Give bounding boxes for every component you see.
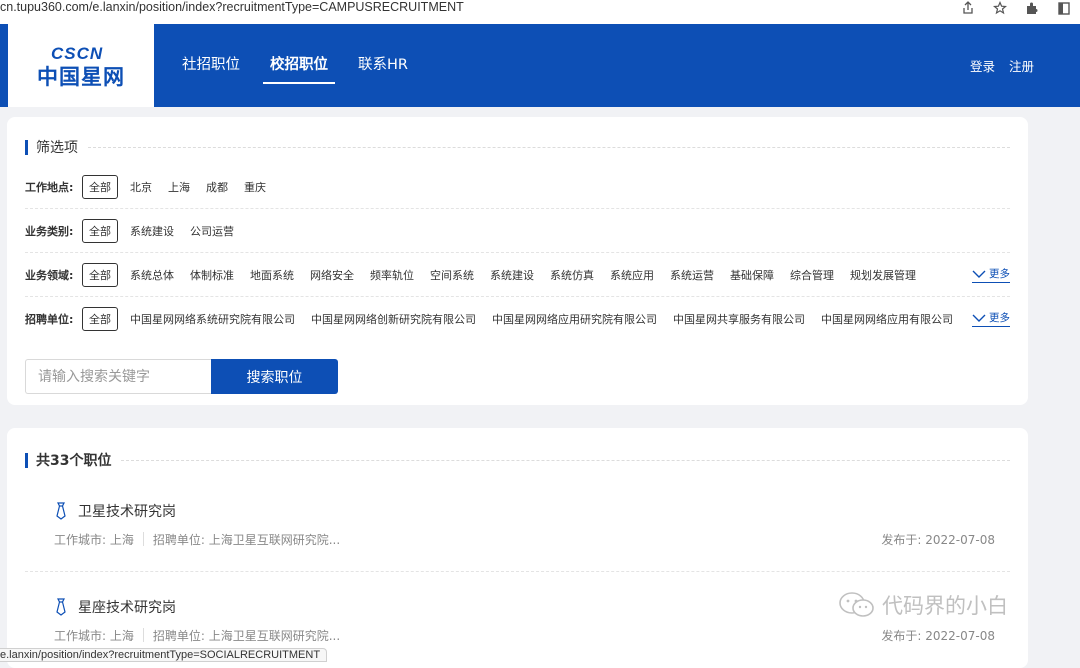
filter-option[interactable]: 北京 xyxy=(130,179,152,195)
register-link[interactable]: 注册 xyxy=(1009,56,1034,75)
filter-option[interactable]: 中国星网网络应用有限公司 xyxy=(821,311,953,327)
filter-option[interactable]: 全部 xyxy=(82,262,118,287)
filter-label: 业务领域: xyxy=(25,268,74,282)
meta-separator xyxy=(142,532,144,546)
job-card[interactable]: 卫星技术研究岗 工作城市: 上海 招聘单位: 上海卫星互联网研究院... 发布于:… xyxy=(54,501,995,547)
job-title[interactable]: 星座技术研究岗 xyxy=(78,597,176,617)
nav-campus-recruitment[interactable]: 校招职位 xyxy=(263,24,335,107)
divider xyxy=(88,146,1010,148)
filter-row-business-category: 业务类别: 全部 系统建设 公司运营 xyxy=(25,209,1010,253)
filter-panel: 筛选项 工作地点: 全部 北京 上海 成都 重庆 业务类别: 全部 系统建设 公… xyxy=(7,117,1028,405)
filter-option[interactable]: 中国星网网络创新研究院有限公司 xyxy=(311,311,476,327)
chevron-down-icon xyxy=(972,270,986,278)
filter-option[interactable]: 全部 xyxy=(82,218,118,243)
more-button[interactable]: 更多 xyxy=(972,266,1010,283)
filter-option[interactable]: 中国星网网络系统研究院有限公司 xyxy=(130,311,295,327)
filter-option[interactable]: 基础保障 xyxy=(730,267,774,283)
job-count-title: 共33个职位 xyxy=(36,453,112,469)
filter-label: 工作地点: xyxy=(25,180,74,194)
job-title-row: 卫星技术研究岗 xyxy=(54,501,995,521)
filter-option[interactable]: 系统仿真 xyxy=(550,267,594,283)
browser-toolbar xyxy=(952,0,1080,16)
list-section-title: 共33个职位 xyxy=(25,450,1010,470)
chevron-down-icon xyxy=(972,314,986,322)
filter-option[interactable]: 重庆 xyxy=(244,179,266,195)
logo-wordmark: 中国星网 xyxy=(37,65,125,89)
job-meta: 工作城市: 上海 招聘单位: 上海卫星互联网研究院... 发布于: 2022-07… xyxy=(54,531,995,548)
job-title[interactable]: 卫星技术研究岗 xyxy=(78,501,176,521)
title-accent-bar xyxy=(25,452,28,468)
job-publish-date: 发布于: 2022-07-08 xyxy=(881,533,995,547)
filter-option[interactable]: 系统应用 xyxy=(610,267,654,283)
site-header: CSCN 中国星网 社招职位 校招职位 联系HR 登录 注册 xyxy=(0,24,1080,107)
filter-option[interactable]: 空间系统 xyxy=(430,267,474,283)
filter-option[interactable]: 全部 xyxy=(82,307,118,331)
filter-label: 业务类别: xyxy=(25,224,74,238)
filter-row-location: 工作地点: 全部 北京 上海 成都 重庆 xyxy=(25,165,1010,209)
filter-option[interactable]: 系统建设 xyxy=(130,223,174,239)
filter-title: 筛选项 xyxy=(36,140,78,156)
address-bar[interactable]: cn.tupu360.com/e.lanxin/position/index?r… xyxy=(0,0,1080,24)
login-link[interactable]: 登录 xyxy=(970,56,995,75)
more-label: 更多 xyxy=(989,312,1010,324)
filter-row-recruiting-unit: 招聘单位: 全部 中国星网网络系统研究院有限公司 中国星网网络创新研究院有限公司… xyxy=(25,297,1010,341)
watermark: 代码界的小白 xyxy=(838,590,1008,620)
auth-links: 登录 注册 xyxy=(970,24,1034,107)
title-accent-bar xyxy=(25,139,28,155)
filter-section-title: 筛选项 xyxy=(25,137,1010,157)
nav-contact-hr[interactable]: 联系HR xyxy=(358,24,408,107)
extensions-icon[interactable] xyxy=(1016,0,1048,16)
filter-option[interactable]: 公司运营 xyxy=(190,223,234,239)
filter-option[interactable]: 全部 xyxy=(82,174,118,199)
job-city: 工作城市: 上海 xyxy=(54,629,134,643)
filter-option[interactable]: 系统运营 xyxy=(670,267,714,283)
share-icon[interactable] xyxy=(952,0,984,16)
filter-option[interactable]: 网络安全 xyxy=(310,267,354,283)
job-list-panel: 共33个职位 卫星技术研究岗 工作城市: 上海招聘单位: 上海卫星互联网研究院.… xyxy=(7,428,1028,668)
filter-option[interactable]: 地面系统 xyxy=(250,267,294,283)
filter-option[interactable]: 中国星网共享服务有限公司 xyxy=(673,311,805,327)
search-input[interactable] xyxy=(25,359,211,394)
job-city: 工作城市: 上海 xyxy=(54,533,134,547)
search-button[interactable]: 搜索职位 xyxy=(211,359,338,394)
url-text[interactable]: cn.tupu360.com/e.lanxin/position/index?r… xyxy=(0,0,464,24)
filter-row-business-area: 业务领域: 全部 系统总体 体制标准 地面系统 网络安全 频率轨位 空间系统 系… xyxy=(25,253,1010,297)
main-nav: 社招职位 校招职位 联系HR xyxy=(182,24,408,107)
divider xyxy=(121,459,1010,461)
watermark-text: 代码界的小白 xyxy=(882,594,1008,618)
filter-option[interactable]: 体制标准 xyxy=(190,267,234,283)
job-publish-date: 发布于: 2022-07-08 xyxy=(881,629,995,643)
job-unit: 招聘单位: 上海卫星互联网研究院... xyxy=(152,533,341,547)
filter-label: 招聘单位: xyxy=(25,313,74,326)
tie-icon xyxy=(56,598,66,616)
sidebar-icon[interactable] xyxy=(1048,0,1080,16)
filter-option[interactable]: 频率轨位 xyxy=(370,267,414,283)
more-label: 更多 xyxy=(989,268,1010,280)
nav-social-recruitment[interactable]: 社招职位 xyxy=(182,24,240,107)
job-unit: 招聘单位: 上海卫星互联网研究院... xyxy=(152,629,341,643)
tie-icon xyxy=(56,502,66,520)
more-button[interactable]: 更多 xyxy=(972,310,1010,327)
filter-option[interactable]: 上海 xyxy=(168,179,190,195)
job-divider xyxy=(25,571,1010,572)
filter-option[interactable]: 系统总体 xyxy=(130,267,174,283)
star-icon[interactable] xyxy=(984,0,1016,16)
filter-option[interactable]: 规划发展管理 xyxy=(850,267,916,283)
filter-option[interactable]: 综合管理 xyxy=(790,267,834,283)
meta-separator xyxy=(142,628,144,642)
filter-option[interactable]: 成都 xyxy=(206,179,228,195)
job-meta: 工作城市: 上海 招聘单位: 上海卫星互联网研究院... 发布于: 2022-07… xyxy=(54,627,995,644)
wechat-icon xyxy=(839,592,874,617)
logo[interactable]: CSCN 中国星网 xyxy=(8,24,154,107)
filter-option[interactable]: 系统建设 xyxy=(490,267,534,283)
search-bar: 搜索职位 xyxy=(25,359,338,394)
filter-option[interactable]: 中国星网网络应用研究院有限公司 xyxy=(492,311,657,327)
